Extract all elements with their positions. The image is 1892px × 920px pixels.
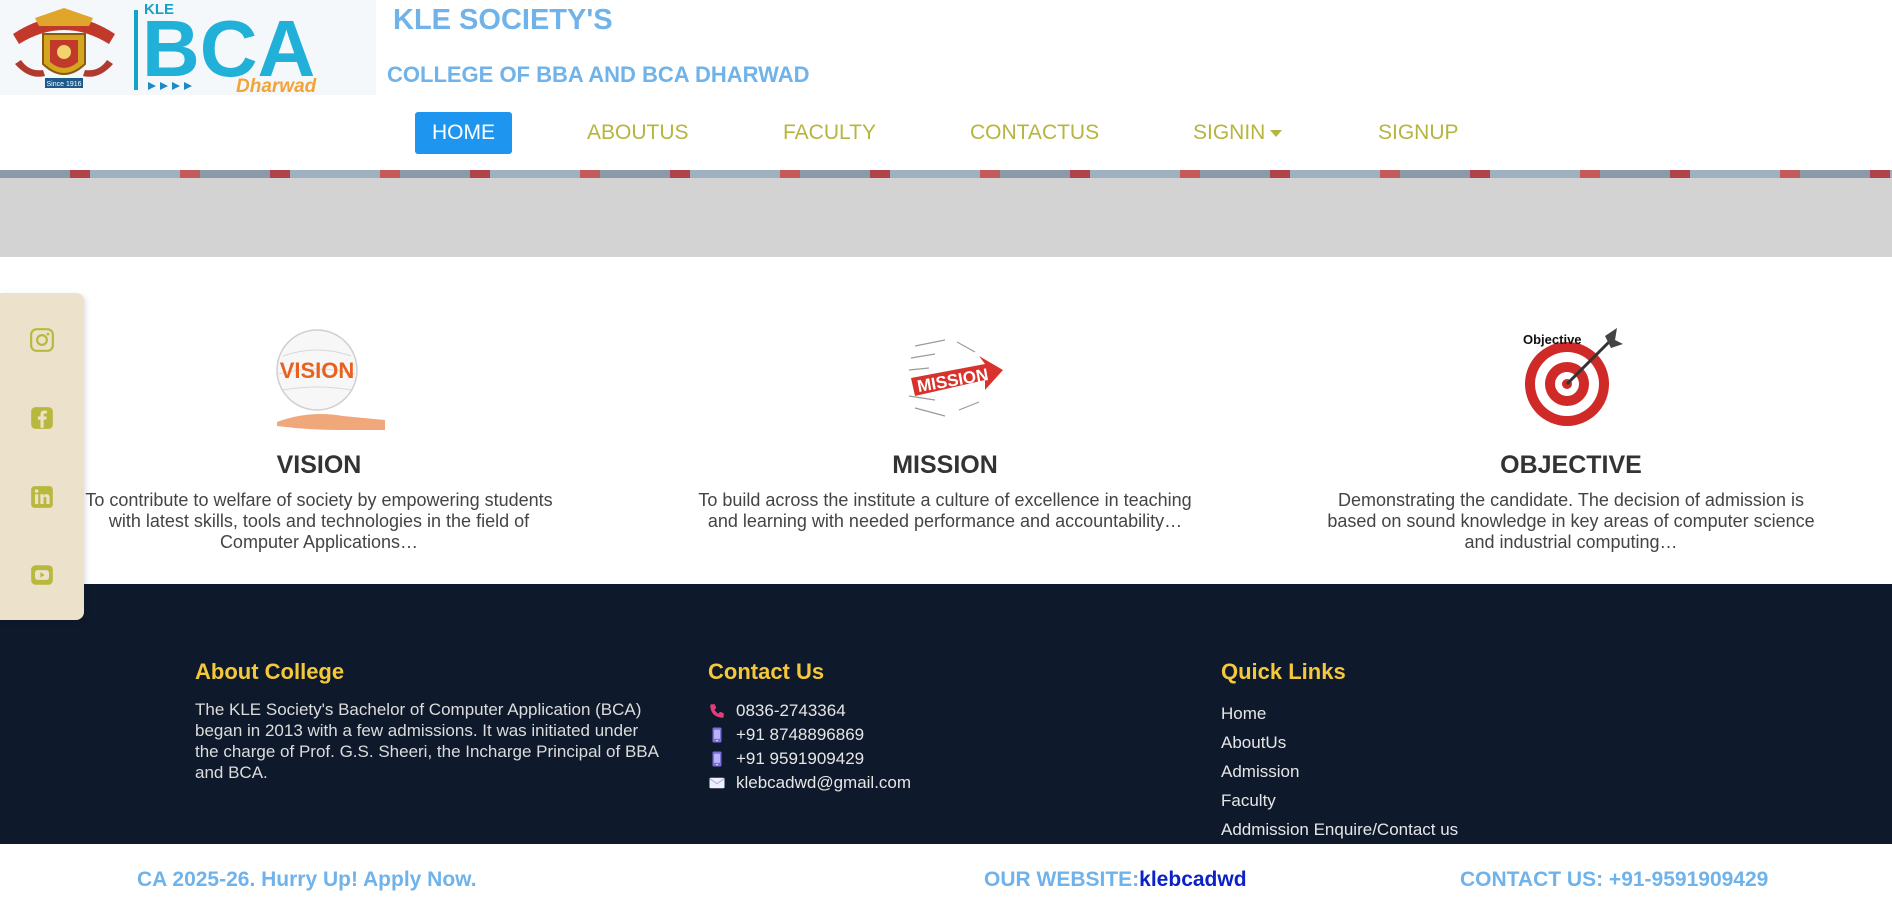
phone-icon (710, 704, 724, 718)
svg-text:Since 1916: Since 1916 (46, 81, 81, 88)
announcement-ticker: CA 2025-26. Hurry Up! Apply Now. OUR WEB… (0, 844, 1892, 920)
feature-mission: MISSION MISSION To build across the inst… (695, 326, 1195, 532)
quick-link-admission[interactable]: Admission (1221, 757, 1458, 786)
envelope-icon (709, 777, 725, 789)
quick-link-aboutus[interactable]: AboutUs (1221, 728, 1458, 757)
footer-about: About College The KLE Society's Bachelor… (195, 659, 665, 783)
feature-text: To build across the institute a culture … (698, 490, 1192, 531)
bca-logo-icon: KLE BCA Dharwad (134, 1, 317, 95)
ticker-contact: CONTACT US: +91-9591909429 (1460, 868, 1769, 891)
contact-mobile-1[interactable]: +91 8748896869 (708, 723, 911, 747)
mission-word-cloud-icon: MISSION (908, 339, 1003, 417)
ticker-website: OUR WEBSITE:klebcadwd (984, 868, 1247, 892)
mobile-phone-icon (712, 751, 722, 767)
contact-line-text: +91 8748896869 (736, 725, 865, 744)
nav-aboutus[interactable]: ABOUTUS (570, 112, 706, 154)
nav-signin-dropdown[interactable]: SIGNIN (1176, 112, 1299, 154)
caret-down-icon (1270, 129, 1283, 137)
quick-link-faculty[interactable]: Faculty (1221, 786, 1458, 815)
footer-quick-links: Quick Links Home AboutUs Admission Facul… (1221, 659, 1458, 844)
facebook-icon[interactable] (29, 405, 55, 431)
svg-text:Dharwad: Dharwad (236, 76, 317, 95)
contact-line-text: klebcadwd@gmail.com (736, 773, 912, 792)
feature-title: MISSION (892, 451, 998, 479)
feature-title: OBJECTIVE (1500, 451, 1642, 479)
footer-about-text: The KLE Society's Bachelor of Computer A… (195, 700, 659, 782)
site-header: Since 1916 KLE BCA Dharwad KLE SOCIETY'S… (0, 0, 1892, 172)
ticker-admission-text: CA 2025-26. Hurry Up! Apply Now. (137, 868, 477, 891)
society-emblem-icon: Since 1916 (13, 8, 115, 88)
quick-link-enquiry[interactable]: Addmission Enquire/Contact us (1221, 815, 1458, 844)
feature-text: Demonstrating the candidate. The decisio… (1327, 490, 1815, 552)
linkedin-icon[interactable] (29, 484, 55, 510)
contact-line-text: +91 9591909429 (736, 749, 865, 768)
site-title: KLE SOCIETY'S (393, 4, 613, 36)
feature-vision: VISION VISION To contribute to welfare o… (69, 326, 569, 553)
banner-image-edge (0, 170, 1892, 178)
youtube-icon[interactable] (29, 562, 55, 588)
ticker-website-link[interactable]: klebcadwd (1139, 868, 1246, 891)
social-sidebar (0, 293, 84, 620)
contact-mobile-2[interactable]: +91 9591909429 (708, 747, 911, 771)
nav-faculty[interactable]: FACULTY (766, 112, 893, 154)
svg-text:MISSION: MISSION (916, 365, 990, 396)
instagram-icon[interactable] (29, 327, 55, 353)
nav-contactus[interactable]: CONTACTUS (953, 112, 1116, 154)
quick-link-home[interactable]: Home (1221, 699, 1458, 728)
banner-placeholder (0, 178, 1892, 257)
college-logo[interactable]: Since 1916 KLE BCA Dharwad (0, 0, 376, 95)
svg-text:VISION: VISION (280, 358, 355, 383)
main-nav: HOME ABOUTUS FACULTY CONTACTUS SIGNIN SI… (0, 110, 1892, 156)
feature-text: To contribute to welfare of society by e… (85, 490, 553, 552)
contact-phone-landline[interactable]: 0836-2743364 (708, 699, 911, 723)
vision-globe-icon: VISION (276, 329, 385, 430)
feature-objective: Objective OBJECTIVE Demonstrating the ca… (1321, 326, 1821, 553)
feature-title: VISION (276, 451, 362, 479)
contact-email[interactable]: klebcadwd@gmail.com (708, 771, 911, 795)
footer-contact-heading: Contact Us (708, 659, 825, 684)
mobile-phone-icon (712, 727, 722, 743)
nav-home[interactable]: HOME (415, 112, 512, 154)
target-dart-icon: Objective (1523, 328, 1623, 426)
site-footer: About College The KLE Society's Bachelor… (0, 584, 1892, 844)
site-subtitle: COLLEGE OF BBA AND BCA DHARWAD (387, 62, 810, 87)
nav-signup[interactable]: SIGNUP (1361, 112, 1476, 154)
footer-links-heading: Quick Links (1221, 659, 1346, 684)
footer-about-heading: About College (195, 659, 345, 684)
nav-signin-label: SIGNIN (1193, 121, 1266, 144)
ticker-website-label: OUR WEBSITE: (984, 868, 1140, 891)
contact-line-text: 0836-2743364 (736, 701, 846, 720)
footer-contact: Contact Us 0836-2743364 +91 8748896869 +… (708, 659, 911, 795)
svg-text:Objective: Objective (1523, 332, 1582, 347)
